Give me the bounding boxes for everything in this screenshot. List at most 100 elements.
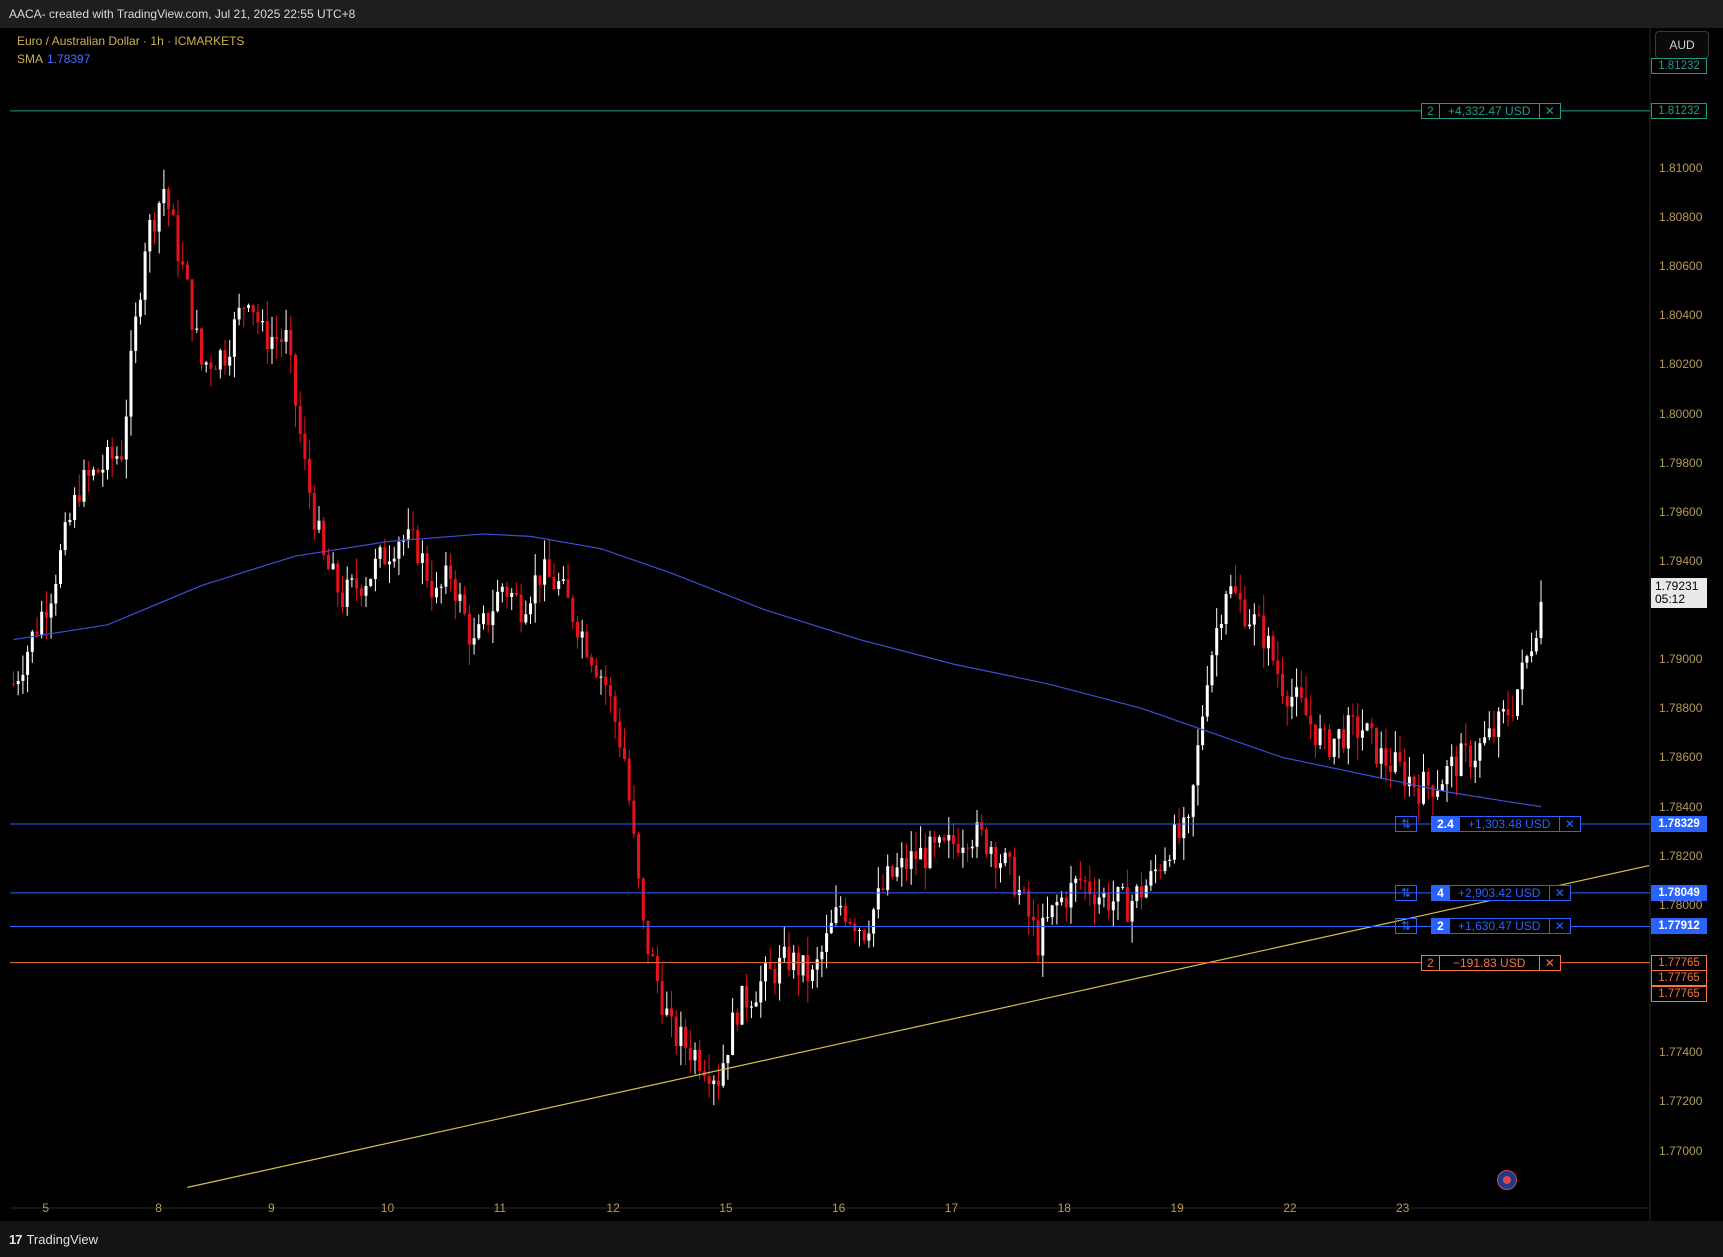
order-quantity[interactable]: 2.4 — [1431, 816, 1460, 833]
candle-body — [651, 954, 655, 957]
candle-body — [1511, 715, 1515, 717]
candle-body — [444, 565, 448, 587]
extra-price-tag: 1.77765 — [1651, 970, 1707, 986]
candle-body — [1013, 856, 1017, 896]
order-quantity[interactable]: 4 — [1431, 884, 1450, 901]
candle-body — [1187, 816, 1190, 818]
sma-legend-row[interactable]: SMA 1.78397 — [17, 52, 244, 66]
order-pill-tp[interactable]: 2 +4,332.47 USD ✕ — [1421, 102, 1561, 119]
candle-body — [1506, 709, 1510, 716]
close-order-icon[interactable]: ✕ — [1539, 954, 1561, 971]
candle-body — [195, 328, 199, 330]
candle-body — [467, 613, 471, 645]
price-tick-label: 1.80200 — [1659, 357, 1703, 372]
candle-body — [1313, 724, 1317, 746]
price-chart[interactable] — [0, 0, 1723, 1257]
candle-body — [303, 433, 307, 459]
candle-body — [171, 209, 175, 216]
price-tick-label: 1.78400 — [1659, 799, 1703, 814]
candle-body — [942, 837, 946, 841]
candle-body — [1417, 787, 1421, 804]
candle-body — [341, 592, 344, 607]
candle-body — [660, 981, 664, 1015]
extra-price-tag: 1.81232 — [1651, 58, 1707, 74]
time-tick-label: 12 — [606, 1201, 620, 1215]
order-pill-sl[interactable]: 2 −191.83 USD ✕ — [1421, 954, 1561, 971]
price-tick-label: 1.77200 — [1659, 1094, 1703, 1109]
candle-body — [1163, 861, 1167, 872]
candle-body — [500, 586, 504, 592]
candle-body — [49, 603, 53, 618]
order-quantity[interactable]: 2 — [1421, 954, 1440, 971]
candle-body — [397, 541, 401, 559]
candle-body — [552, 576, 556, 589]
candle-body — [580, 631, 584, 638]
candle-body — [1060, 897, 1064, 903]
candle-body — [1243, 599, 1247, 627]
order-quantity[interactable]: 2 — [1431, 918, 1450, 935]
candle-body — [1078, 878, 1082, 881]
order-quantity[interactable]: 2 — [1421, 102, 1440, 119]
sma-line — [13, 533, 1542, 808]
candle-body — [435, 587, 438, 598]
reverse-position-icon[interactable]: ⇅ — [1395, 918, 1418, 935]
candle-body — [1487, 728, 1491, 738]
candle-body — [120, 456, 124, 460]
time-tick-label: 19 — [1170, 1201, 1184, 1215]
candle-body — [980, 822, 984, 830]
candle-body — [336, 563, 340, 593]
order-pill-entry3[interactable]: ⇅ 2 +1,630.47 USD ✕ — [1395, 918, 1571, 935]
candle-body — [350, 578, 354, 580]
time-tick-label: 9 — [268, 1201, 275, 1215]
close-order-icon[interactable]: ✕ — [1539, 102, 1561, 119]
candle-body — [185, 264, 189, 280]
candle-body — [1149, 871, 1153, 886]
candle-body — [1191, 785, 1195, 817]
candle-body — [35, 631, 39, 635]
candle-body — [557, 581, 561, 589]
order-pill-entry1[interactable]: ⇅ 2.4 +1,303.48 USD ✕ — [1395, 816, 1581, 833]
candle-body — [1478, 743, 1482, 761]
symbol-label[interactable]: Euro / Australian Dollar · 1h · ICMARKET… — [17, 34, 244, 48]
candle-body — [947, 835, 951, 841]
candle-body — [1534, 638, 1538, 652]
price-tick-label: 1.78200 — [1659, 848, 1703, 863]
reverse-position-icon[interactable]: ⇅ — [1395, 884, 1418, 901]
candle-body — [1257, 614, 1261, 616]
candle-body — [21, 674, 25, 681]
candle-body — [1210, 655, 1214, 686]
candle-body — [895, 867, 899, 877]
order-pill-entry2[interactable]: ⇅ 4 +2,903.42 USD ✕ — [1395, 884, 1571, 901]
candle-body — [453, 578, 457, 601]
candle-body — [378, 547, 382, 559]
candle-body — [1309, 715, 1313, 725]
candle-body — [275, 336, 279, 340]
candle-body — [561, 579, 565, 582]
candle-body — [533, 575, 537, 604]
candle-body — [604, 676, 608, 686]
candle-body — [599, 676, 603, 678]
price-tick-label: 1.80400 — [1659, 308, 1703, 323]
reverse-position-icon[interactable]: ⇅ — [1395, 816, 1418, 833]
close-order-icon[interactable]: ✕ — [1549, 918, 1571, 935]
candle-body — [265, 320, 269, 349]
candle-body — [439, 586, 443, 588]
candle-body — [862, 930, 866, 941]
economic-event-flag-icon[interactable] — [1497, 1170, 1517, 1190]
candle-body — [73, 495, 77, 521]
currency-button[interactable]: AUD — [1655, 31, 1709, 59]
candle-body — [54, 583, 58, 604]
candle-body — [1346, 715, 1350, 749]
candle-body — [1318, 728, 1322, 746]
candle-body — [134, 316, 138, 351]
candle-body — [1285, 696, 1289, 707]
candle-body — [999, 863, 1002, 868]
candle-body — [778, 957, 782, 984]
candle-body — [529, 603, 532, 615]
close-order-icon[interactable]: ✕ — [1559, 816, 1581, 833]
close-order-icon[interactable]: ✕ — [1549, 884, 1571, 901]
candle-body — [505, 586, 509, 598]
candle-body — [1281, 674, 1284, 697]
candle-body — [749, 1006, 753, 1008]
candle-body — [655, 956, 659, 982]
